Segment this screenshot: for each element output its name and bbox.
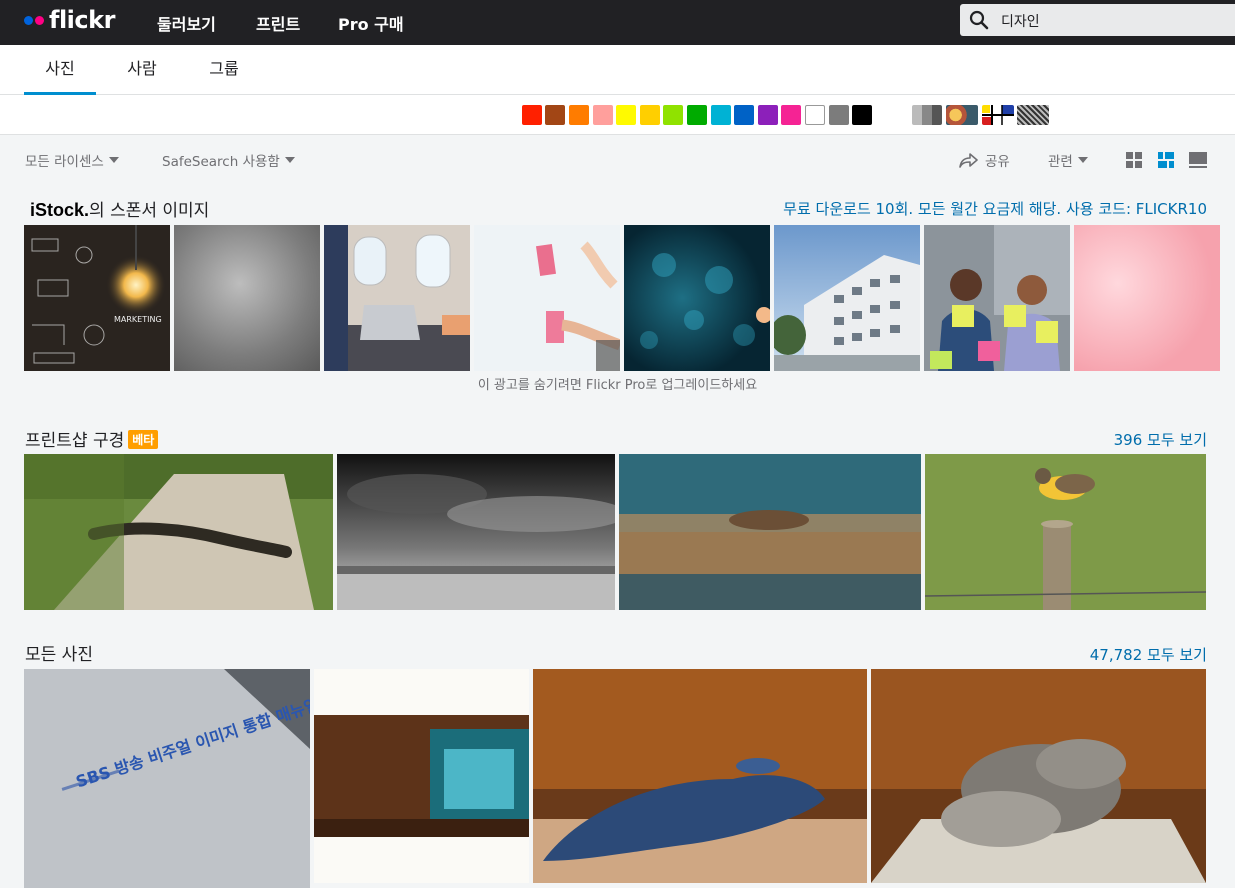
upgrade-to-hide-ads-note[interactable]: 이 광고를 숨기려면 Flickr Pro로 업그레이드하세요 xyxy=(0,374,1235,393)
top-navigation-bar: flickr 둘러보기 프린트 Pro 구매 디자인 xyxy=(0,0,1235,45)
color-swatch-red[interactable] xyxy=(522,105,542,125)
safesearch-dropdown[interactable]: SafeSearch 사용함 xyxy=(162,150,295,170)
istock-logo: iStock. xyxy=(30,200,90,220)
color-swatch-white[interactable] xyxy=(805,105,825,125)
shallow-depth-of-field-filter-icon[interactable] xyxy=(946,105,978,125)
minimalism-pattern xyxy=(982,105,1014,125)
photo-illustration xyxy=(314,669,529,883)
photo-illustration xyxy=(24,454,333,610)
istock-image-pink-clouds[interactable] xyxy=(1074,225,1220,371)
istock-image-team-sticky-notes[interactable] xyxy=(924,225,1070,371)
photo-illustration xyxy=(24,669,310,888)
photo-illustration xyxy=(619,454,921,610)
flickr-logo[interactable]: flickr xyxy=(24,6,115,34)
safesearch-label: SafeSearch 사용함 xyxy=(162,154,280,170)
color-swatch-black[interactable] xyxy=(852,105,872,125)
sponsor-section-title: iStock.의 스폰서 이미지 xyxy=(30,196,209,221)
color-filter-bar xyxy=(0,95,1235,135)
logo-text: flickr xyxy=(49,6,115,34)
color-swatch-yellow[interactable] xyxy=(616,105,636,125)
large-view-icon[interactable] xyxy=(1189,151,1207,169)
photo-illustration xyxy=(533,669,867,883)
print-photo-alligator[interactable] xyxy=(24,454,333,610)
black-and-white-filter-icon[interactable] xyxy=(912,105,942,125)
beta-badge: 베타 xyxy=(128,430,159,449)
sponsor-title-suffix: 의 스폰서 이미지 xyxy=(89,201,210,221)
color-swatch-blue[interactable] xyxy=(734,105,754,125)
search-icon xyxy=(969,10,989,30)
search-input[interactable]: 디자인 xyxy=(960,4,1235,36)
chevron-down-icon xyxy=(108,157,119,163)
minimalism-filter-icon[interactable] xyxy=(982,105,1014,125)
nav-explore[interactable]: 둘러보기 xyxy=(157,0,216,45)
istock-image-apartment-building[interactable] xyxy=(774,225,920,371)
photo-illustration xyxy=(774,255,920,371)
color-swatch-gold[interactable] xyxy=(640,105,660,125)
photo-illustration xyxy=(324,225,470,371)
share-button[interactable]: 공유 xyxy=(958,150,1010,170)
print-photo-meadowlark[interactable] xyxy=(925,454,1206,610)
tab-groups[interactable]: 그룹 xyxy=(196,45,252,95)
photo-illustration xyxy=(871,669,1206,883)
color-swatch-green[interactable] xyxy=(687,105,707,125)
color-swatch-brown[interactable] xyxy=(545,105,565,125)
printshop-title: 프린트샵 구경 xyxy=(25,431,125,451)
tab-photos[interactable]: 사진 xyxy=(24,45,96,95)
photo-illustration xyxy=(925,454,1206,610)
chevron-down-icon xyxy=(284,157,295,163)
photo-blue-car-model[interactable] xyxy=(533,669,867,883)
istock-promo-link[interactable]: 무료 다운로드 10회. 모든 월간 요금제 해당. 사용 코드: FLICKR… xyxy=(783,198,1207,219)
printshop-view-all-link[interactable]: 396 모두 보기 xyxy=(1114,429,1207,450)
justified-icon[interactable] xyxy=(1157,151,1175,169)
printshop-section-title: 프린트샵 구경 베타 xyxy=(25,426,159,451)
all-photos-view-all-link[interactable]: 47,782 모두 보기 xyxy=(1090,644,1207,665)
photo-text: MARKETING xyxy=(114,315,162,324)
sort-dropdown[interactable]: 관련 xyxy=(1048,150,1088,170)
istock-image-bokeh-lights[interactable] xyxy=(624,225,770,371)
search-value: 디자인 xyxy=(1001,14,1040,30)
color-swatch-magenta[interactable] xyxy=(781,105,801,125)
patterns-filter-icon[interactable] xyxy=(1017,105,1049,125)
color-swatch-purple[interactable] xyxy=(758,105,778,125)
print-photo-bw-clouds[interactable] xyxy=(337,454,615,610)
all-photos-section-title: 모든 사진 xyxy=(25,645,93,665)
photo-illustration xyxy=(474,225,620,371)
istock-image-marketing-sketch[interactable]: MARKETING xyxy=(24,225,170,371)
chevron-down-icon xyxy=(1077,157,1088,163)
istock-image-airplane-laptop[interactable] xyxy=(324,225,470,371)
istock-image-whiteboard-notes[interactable] xyxy=(474,225,620,371)
nav-get-pro[interactable]: Pro 구매 xyxy=(338,0,404,45)
search-type-tabs: 사진 사람 그룹 xyxy=(0,45,1235,95)
photo-metal-sculpture[interactable] xyxy=(871,669,1206,883)
color-swatch-orange[interactable] xyxy=(569,105,589,125)
logo-blue-dot-icon xyxy=(24,15,33,25)
color-swatch-pink[interactable] xyxy=(593,105,613,125)
color-swatch-lime[interactable] xyxy=(663,105,683,125)
photo-theater-stage[interactable] xyxy=(314,669,529,883)
photo-illustration xyxy=(640,253,770,349)
print-photo-field-sunset[interactable] xyxy=(619,454,921,610)
color-swatch-cyan[interactable] xyxy=(711,105,731,125)
color-swatch-gray[interactable] xyxy=(829,105,849,125)
logo-pink-dot-icon xyxy=(35,15,44,25)
grid-small-icon[interactable] xyxy=(1125,151,1143,169)
share-icon xyxy=(959,153,978,168)
nav-prints[interactable]: 프린트 xyxy=(256,0,300,45)
tab-people[interactable]: 사람 xyxy=(114,45,170,95)
license-dropdown[interactable]: 모든 라이센스 xyxy=(25,150,119,170)
photo-illustration xyxy=(924,225,1070,371)
photo-illustration: MARKETING xyxy=(24,225,170,371)
photo-illustration xyxy=(337,454,615,610)
istock-image-grunge-texture[interactable] xyxy=(174,225,320,371)
license-label: 모든 라이센스 xyxy=(25,154,104,170)
sort-label: 관련 xyxy=(1048,154,1073,170)
share-label: 공유 xyxy=(985,154,1010,170)
photo-sbs-manual[interactable]: SBS 방송 비주얼 이미지 통합 매뉴얼 xyxy=(24,669,310,888)
